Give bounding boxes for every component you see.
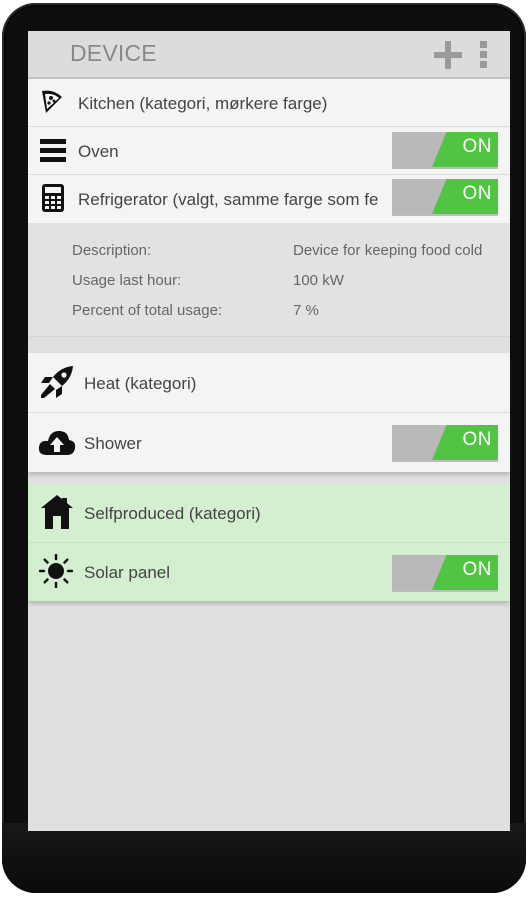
category-card-heat: Heat (kategori) Shower ON <box>28 353 510 472</box>
plus-icon[interactable] <box>434 41 462 69</box>
phone-bezel-bottom <box>2 823 526 893</box>
category-label: Kitchen (kategori, mørkere farge) <box>78 94 328 113</box>
category-row-heat[interactable]: Heat (kategori) <box>28 353 510 413</box>
detail-value: 100 kW <box>293 272 344 289</box>
detail-value: Device for keeping food cold <box>293 242 483 259</box>
app-bar: DEVICE <box>28 31 510 79</box>
toggle-state: ON <box>462 559 492 580</box>
pizza-slice-icon <box>40 89 64 120</box>
app-screen: DEVICE Kitchen (kategori, mørkere farge) <box>28 31 510 831</box>
category-card-selfproduced: Selfproduced (kategori) Solar panel ON <box>28 484 510 601</box>
phone-frame: DEVICE Kitchen (kategori, mørkere farge) <box>2 3 526 893</box>
menu-lines-icon <box>40 138 66 167</box>
detail-value: 7 % <box>293 302 319 319</box>
device-label: Oven <box>78 142 119 161</box>
rocket-icon <box>40 365 74 404</box>
calculator-icon <box>42 184 64 217</box>
toggle-state: ON <box>462 183 492 204</box>
device-row-shower[interactable]: Shower ON <box>28 413 510 472</box>
device-details-panel: Description: Device for keeping food col… <box>28 223 510 337</box>
category-label: Heat (kategori) <box>84 374 197 393</box>
sun-icon <box>38 553 74 593</box>
category-row-selfproduced[interactable]: Selfproduced (kategori) <box>28 484 510 543</box>
detail-label: Usage last hour: <box>72 272 182 289</box>
toggle-state: ON <box>462 136 492 157</box>
toggle-switch-solar-panel[interactable]: ON <box>392 555 498 592</box>
detail-label: Percent of total usage: <box>72 302 223 319</box>
toggle-switch-oven[interactable]: ON <box>392 132 498 169</box>
toggle-switch-refrigerator[interactable]: ON <box>392 179 498 216</box>
cloud-upload-icon <box>38 428 76 461</box>
detail-label: Description: <box>72 242 152 259</box>
home-icon <box>40 494 74 535</box>
category-label: Selfproduced (kategori) <box>84 504 261 523</box>
toggle-state: ON <box>462 429 492 450</box>
device-row-refrigerator[interactable]: Refrigerator (valgt, samme farge som fe … <box>28 175 510 223</box>
device-label: Refrigerator (valgt, samme farge som fe <box>78 190 379 209</box>
device-row-solar-panel[interactable]: Solar panel ON <box>28 543 510 601</box>
more-vertical-icon[interactable] <box>480 41 488 69</box>
toggle-switch-shower[interactable]: ON <box>392 425 498 462</box>
page-title: DEVICE <box>70 40 157 66</box>
device-label: Solar panel <box>84 563 171 582</box>
category-row-kitchen[interactable]: Kitchen (kategori, mørkere farge) <box>28 79 510 127</box>
device-row-oven[interactable]: Oven ON <box>28 127 510 175</box>
device-label: Shower <box>84 434 142 453</box>
